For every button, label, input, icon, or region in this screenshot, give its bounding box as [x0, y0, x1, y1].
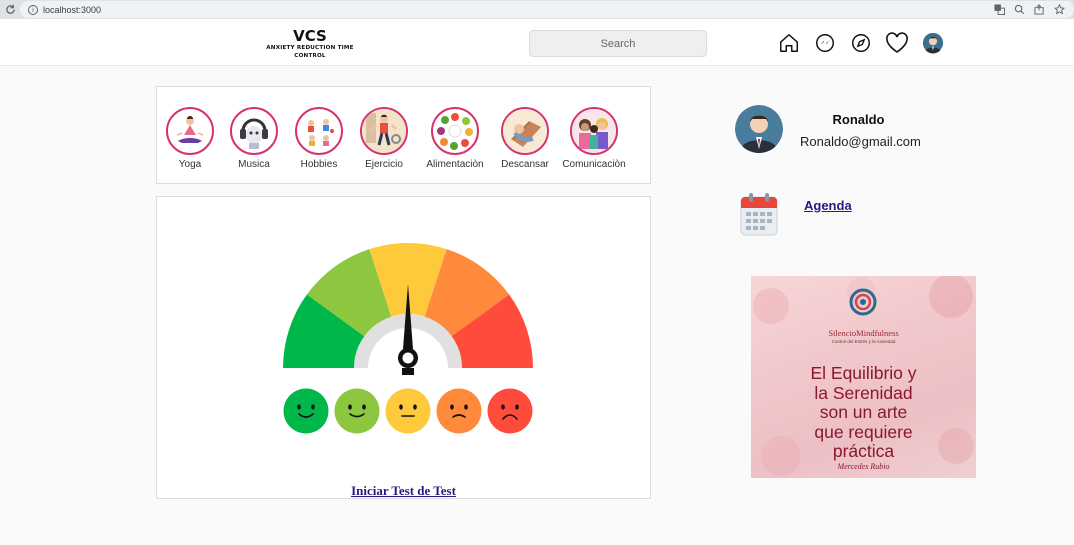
- hobbies-icon: [295, 107, 343, 155]
- zoom-icon[interactable]: [1012, 3, 1026, 17]
- category-label: Ejercicio: [365, 159, 403, 170]
- quote-line: son un arte: [819, 402, 908, 422]
- activity-categories-card: Yoga Musica Hobbies Ejercicio Alimentaci…: [156, 86, 651, 184]
- reload-icon[interactable]: [0, 0, 20, 19]
- calendar-icon[interactable]: [740, 192, 778, 236]
- logo-subtitle-line1: ANXIETY REDUCTION TIME: [266, 45, 354, 51]
- quote-tagline: Control del Estrés y la Ansiedad: [831, 339, 896, 344]
- communication-icon: [570, 107, 618, 155]
- category-label: Descansar: [501, 159, 549, 170]
- profile-avatar-large[interactable]: [735, 105, 783, 153]
- yoga-icon: [166, 107, 214, 155]
- mindfulness-quote-image: SilencioMindfulness Control del Estrés y…: [751, 276, 976, 478]
- quote-brand: SilencioMindfulness: [828, 328, 899, 338]
- logo-title: VCS: [293, 27, 327, 45]
- home-icon[interactable]: [777, 31, 801, 55]
- quote-line: El Equilibrio y: [810, 363, 917, 383]
- category-ejercicio[interactable]: Ejercicio: [344, 107, 424, 170]
- very-happy-face-icon[interactable]: [283, 388, 329, 434]
- nav-icons: [777, 31, 945, 55]
- quote-author: Mercedes Rubio: [837, 462, 890, 471]
- quote-line: la Serenidad: [814, 382, 913, 403]
- site-info-icon[interactable]: i: [28, 4, 38, 15]
- logo-subtitle-line2: CONTROL: [294, 53, 326, 59]
- explore-compass-icon[interactable]: [849, 31, 873, 55]
- search-input[interactable]: [529, 30, 707, 57]
- rest-icon: [501, 107, 549, 155]
- category-descansar[interactable]: Descansar: [485, 107, 565, 170]
- sad-face-icon[interactable]: [436, 388, 482, 434]
- category-label: Comunicaciòn: [562, 159, 626, 170]
- profile-avatar[interactable]: [921, 31, 945, 55]
- messenger-icon[interactable]: [813, 31, 837, 55]
- profile-name: Ronaldo: [832, 112, 885, 127]
- heart-icon[interactable]: [885, 31, 909, 55]
- bookmark-star-icon[interactable]: [1052, 3, 1066, 17]
- happy-face-icon[interactable]: [334, 388, 380, 434]
- neutral-face-icon[interactable]: [385, 388, 431, 434]
- address-bar[interactable]: i localhost:3000: [20, 1, 1074, 18]
- quote-line: práctica: [832, 441, 895, 461]
- very-sad-face-icon[interactable]: [487, 388, 533, 434]
- quote-line: que requiere: [814, 421, 913, 442]
- logo[interactable]: VCS ANXIETY REDUCTION TIME CONTROL: [255, 28, 365, 60]
- browser-toolbar: i localhost:3000: [0, 0, 1074, 19]
- category-label: Alimentaciòn: [426, 159, 484, 170]
- category-comunicacion[interactable]: Comunicaciòn: [554, 107, 634, 170]
- app-header: VCS ANXIETY REDUCTION TIME CONTROL: [0, 19, 1074, 66]
- agenda-link[interactable]: Agenda: [804, 198, 852, 213]
- quote-text: El Equilibrio y la Serenidad son un arte…: [751, 363, 976, 462]
- anxiety-gauge-card: Iniciar Test de Test: [156, 196, 651, 499]
- exercise-icon: [360, 107, 408, 155]
- profile-email: Ronaldo@gmail.com: [800, 134, 921, 149]
- translate-icon[interactable]: [992, 3, 1006, 17]
- start-test-link[interactable]: Iniciar Test de Test: [157, 483, 650, 499]
- music-icon: [230, 107, 278, 155]
- url-text: localhost:3000: [43, 4, 102, 15]
- category-alimentacion[interactable]: Alimentaciòn: [415, 107, 495, 170]
- share-icon[interactable]: [1032, 3, 1046, 17]
- mood-faces: [283, 388, 533, 434]
- food-icon: [431, 107, 479, 155]
- anxiety-gauge: [283, 243, 533, 434]
